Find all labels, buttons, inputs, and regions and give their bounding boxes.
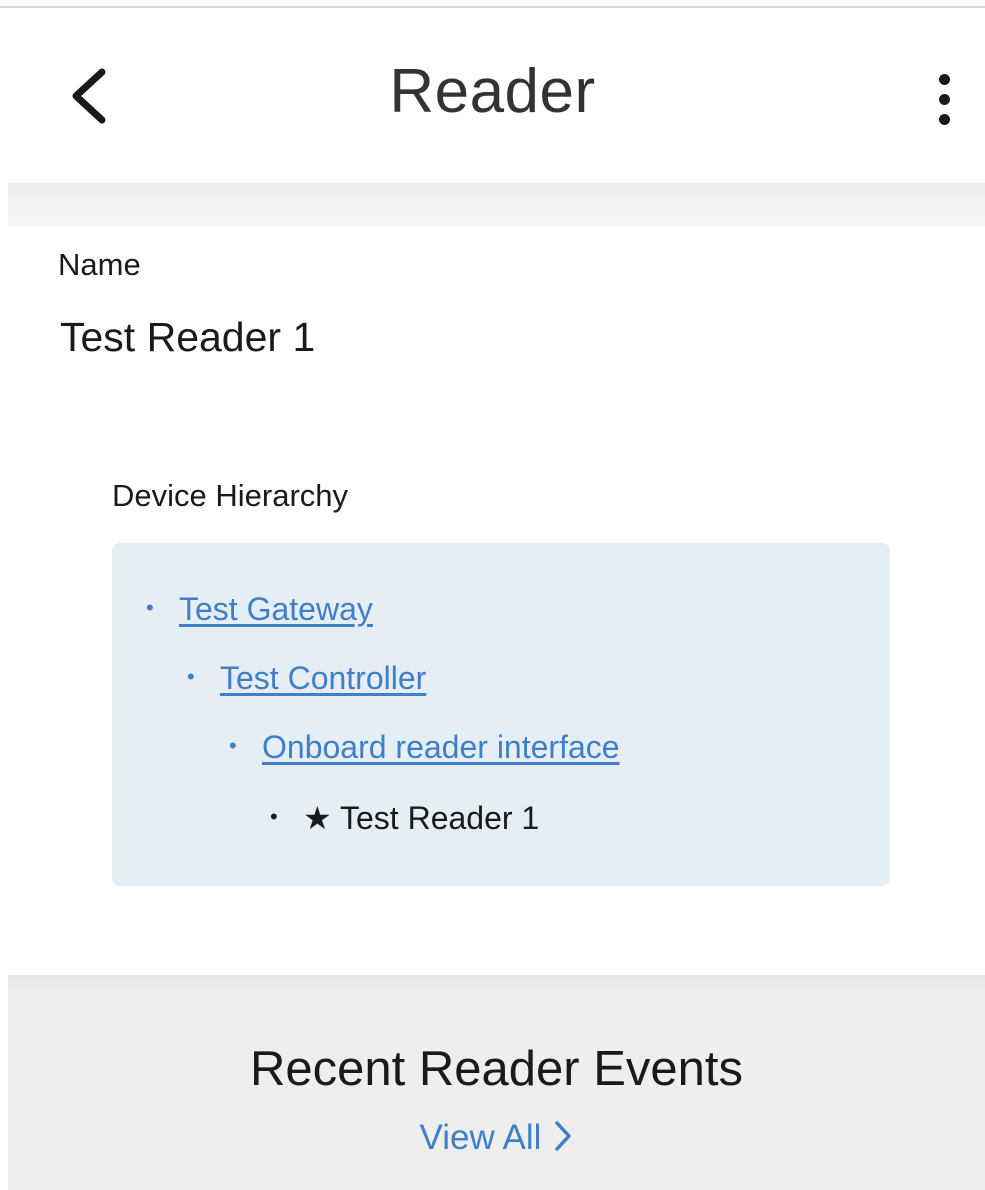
more-vertical-icon-dot (939, 114, 950, 125)
view-all-label: View All (419, 1118, 542, 1157)
page-title: Reader (389, 57, 596, 126)
bullet: • (270, 804, 278, 829)
bullet: • (229, 733, 237, 758)
device-hierarchy-label: Device Hierarchy (112, 478, 349, 513)
chevron-right-icon (553, 1120, 573, 1161)
device-hierarchy-panel: • Test Gateway • Test Controller • Onboard … (112, 543, 890, 886)
recent-events-panel: Recent Reader Events View All (8, 975, 985, 1190)
hierarchy-item-reader-interface: • Onboard reader interface (229, 729, 620, 766)
bullet: • (146, 595, 154, 620)
hierarchy-item-controller: • Test Controller (187, 660, 426, 697)
panel-shadow (8, 975, 985, 991)
view-all-link[interactable]: View All (8, 1118, 985, 1161)
hierarchy-item-current-reader: • ★ Test Reader 1 (270, 799, 539, 837)
name-value: Test Reader 1 (60, 314, 316, 360)
gateway-link[interactable]: Test Gateway (179, 591, 373, 627)
more-vertical-icon (939, 74, 950, 85)
more-options-button[interactable] (926, 74, 966, 134)
name-label: Name (58, 247, 141, 282)
more-vertical-icon-dot (939, 94, 950, 105)
app-bar: Reader (0, 8, 985, 183)
app-bar-shadow (8, 183, 985, 227)
reader-interface-link[interactable]: Onboard reader interface (262, 729, 620, 765)
hierarchy-item-gateway: • Test Gateway (146, 591, 373, 628)
bullet: • (187, 664, 195, 689)
controller-link[interactable]: Test Controller (220, 660, 426, 696)
recent-events-title: Recent Reader Events (250, 1042, 743, 1096)
current-reader-label: ★ Test Reader 1 (303, 800, 540, 836)
